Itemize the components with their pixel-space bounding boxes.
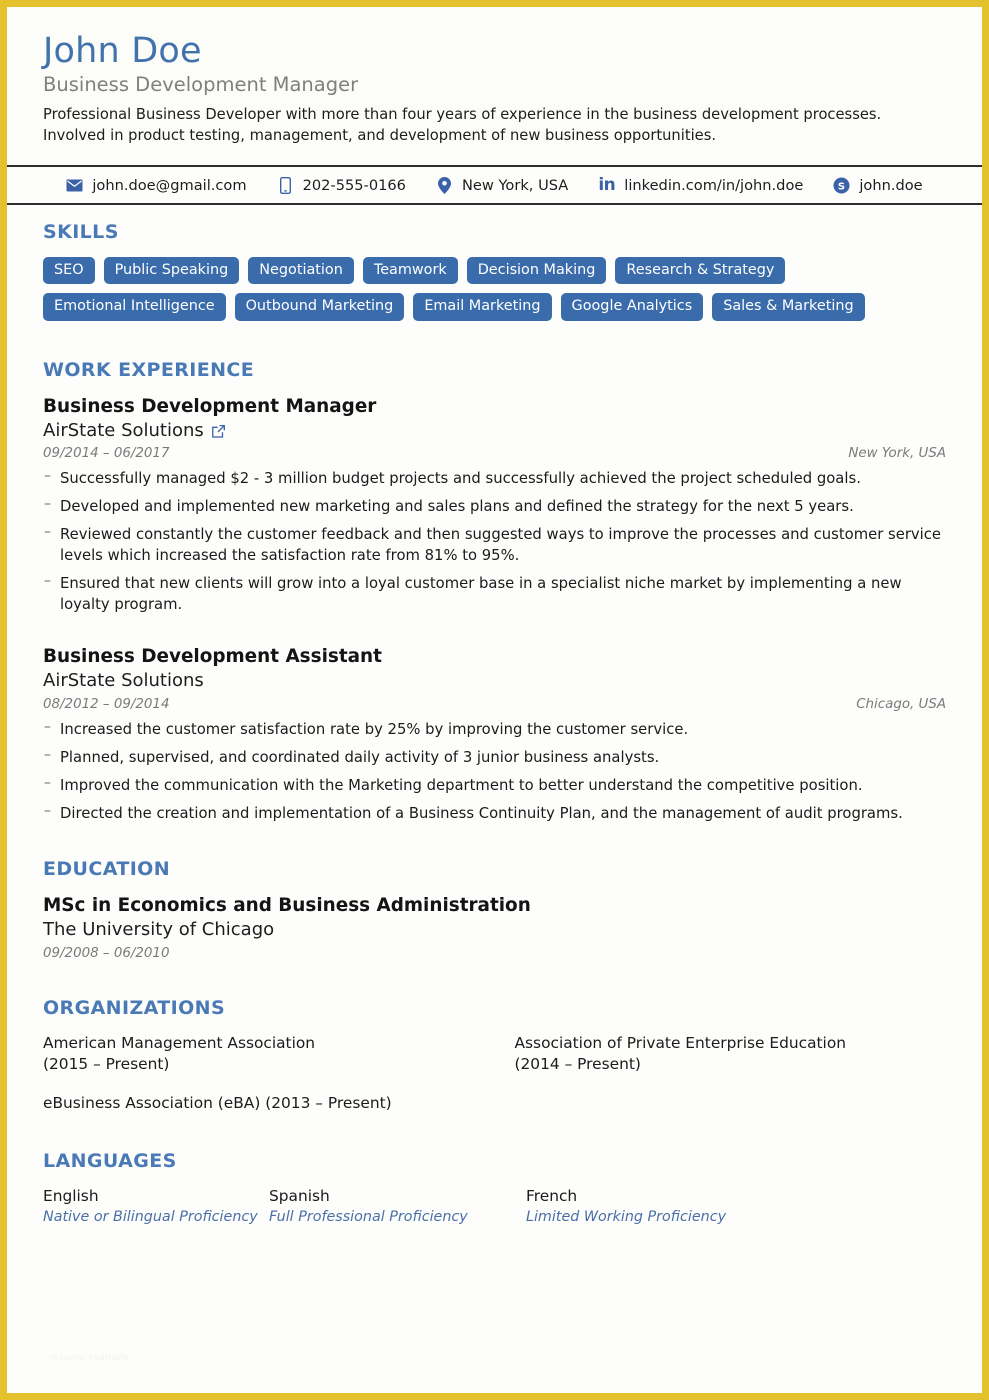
contact-phone-label: 202-555-0166	[302, 176, 406, 194]
contact-linkedin-label: linkedin.com/in/john.doe	[624, 176, 804, 194]
job-company-row: AirState Solutions	[43, 419, 946, 442]
language-item: French Limited Working Proficiency	[526, 1186, 946, 1226]
envelope-icon	[66, 177, 83, 194]
language-name: English	[43, 1187, 99, 1206]
location-pin-icon	[436, 176, 453, 194]
skill-tag[interactable]: Decision Making	[466, 256, 607, 285]
work-section-title: WORK EXPERIENCE	[43, 359, 255, 382]
professional-summary: Professional Business Developer with mor…	[43, 106, 882, 145]
job-meta: 09/2014 – 06/2017 New York, USA	[43, 446, 946, 461]
resume-page: John Doe Business Development Manager Pr…	[0, 0, 989, 1400]
language-item: English Native or Bilingual Proficiency	[43, 1186, 269, 1226]
languages-grid: English Native or Bilingual Proficiency …	[43, 1186, 946, 1226]
languages-section-title: LANGUAGES	[43, 1150, 177, 1173]
job-dates: 09/2014 – 06/2017	[43, 446, 170, 462]
job-bullet: Developed and implemented new marketing …	[43, 495, 946, 517]
skills-row-2: Emotional Intelligence Outbound Marketin…	[43, 293, 946, 322]
education-section-title: EDUCATION	[43, 857, 171, 880]
education-school: The University of Chicago	[43, 919, 275, 941]
organization-item: eBusiness Association (eBA) (2013 – Pres…	[43, 1094, 392, 1113]
phone-icon	[277, 176, 294, 194]
organization-item-empty	[515, 1093, 947, 1114]
job-company-name: AirState Solutions	[43, 420, 204, 442]
candidate-job-title: Business Development Manager	[43, 72, 359, 96]
section-work-experience: WORK EXPERIENCE Business Development Man…	[43, 359, 946, 824]
education-dates: 09/2008 – 06/2010	[43, 945, 170, 961]
job-location: New York, USA	[848, 446, 946, 462]
contact-phone[interactable]: 202-555-0166	[277, 177, 406, 194]
organization-item: Association of Private Enterprise Educat…	[514, 1033, 847, 1073]
contact-location-label: New York, USA	[461, 176, 569, 194]
job-meta: 08/2012 – 09/2014 Chicago, USA	[43, 697, 946, 712]
language-name: Spanish	[269, 1187, 330, 1206]
skill-tag[interactable]: Emotional Intelligence	[43, 293, 226, 322]
skill-tag[interactable]: Google Analytics	[560, 293, 704, 322]
job-bullet: Ensured that new clients will grow into …	[43, 572, 946, 615]
contact-linkedin[interactable]: in linkedin.com/in/john.doe	[598, 174, 804, 195]
page-watermark: resume-example	[49, 1353, 129, 1363]
organizations-section-title: ORGANIZATIONS	[43, 996, 226, 1019]
job-role: Business Development Manager	[43, 396, 377, 418]
skill-tag[interactable]: Outbound Marketing	[234, 293, 405, 322]
language-item: Spanish Full Professional Proficiency	[269, 1186, 526, 1226]
svg-text:S: S	[838, 181, 845, 192]
contact-email-label: john.doe@gmail.com	[92, 176, 247, 194]
language-level: Native or Bilingual Proficiency	[43, 1209, 258, 1226]
language-level: Limited Working Proficiency	[526, 1209, 727, 1226]
linkedin-icon: in	[598, 174, 616, 195]
candidate-name: John Doe	[43, 31, 202, 71]
section-organizations: ORGANIZATIONS American Management Associ…	[43, 997, 946, 1115]
job-bullet: Successfully managed $2 - 3 million budg…	[43, 467, 946, 489]
job-location: Chicago, USA	[856, 696, 946, 712]
job-dates: 08/2012 – 09/2014	[43, 696, 170, 712]
job-bullet: Planned, supervised, and coordinated dai…	[43, 746, 946, 768]
skype-icon: S	[833, 177, 850, 194]
organizations-grid: American Management Association (2015 – P…	[43, 1033, 946, 1115]
job-company-row: AirState Solutions	[43, 669, 946, 692]
skill-tag[interactable]: Research & Strategy	[615, 256, 786, 285]
contact-skype[interactable]: S john.doe	[833, 176, 923, 194]
job-bullets: Increased the customer satisfaction rate…	[43, 718, 946, 824]
job-bullet: Improved the communication with the Mark…	[43, 774, 946, 796]
contact-bar: john.doe@gmail.com 202-555-0166 New York…	[7, 166, 982, 203]
language-name: French	[526, 1187, 578, 1206]
education-degree: MSc in Economics and Business Administra…	[43, 894, 531, 916]
contact-email[interactable]: john.doe@gmail.com	[66, 176, 247, 194]
skill-tag[interactable]: Email Marketing	[413, 293, 552, 322]
contact-location: New York, USA	[436, 176, 569, 194]
section-education: EDUCATION MSc in Economics and Business …	[43, 858, 946, 961]
job-bullet: Reviewed constantly the customer feedbac…	[43, 523, 946, 566]
job-bullets: Successfully managed $2 - 3 million budg…	[43, 467, 946, 615]
job-entry: Business Development Assistant AirState …	[43, 645, 946, 823]
skills-section-title: SKILLS	[43, 220, 119, 243]
contact-skype-label: john.doe	[859, 176, 923, 194]
skill-tag[interactable]: SEO	[43, 256, 95, 285]
resume-header: John Doe Business Development Manager Pr…	[7, 7, 982, 165]
job-company-name: AirState Solutions	[43, 670, 204, 692]
job-bullet: Increased the customer satisfaction rate…	[43, 718, 946, 740]
skill-tag[interactable]: Public Speaking	[103, 256, 240, 285]
organization-item: American Management Association (2015 – P…	[43, 1033, 316, 1073]
skill-tag[interactable]: Teamwork	[362, 256, 458, 285]
education-entry: MSc in Economics and Business Administra…	[43, 894, 946, 961]
job-entry: Business Development Manager AirState So…	[43, 395, 946, 615]
skill-tag[interactable]: Negotiation	[248, 256, 354, 285]
job-role: Business Development Assistant	[43, 646, 382, 668]
section-languages: LANGUAGES English Native or Bilingual Pr…	[43, 1150, 946, 1226]
resume-content: SKILLS SEO Public Speaking Negotiation T…	[7, 205, 982, 1227]
skill-tag[interactable]: Sales & Marketing	[712, 293, 865, 322]
section-skills: SKILLS SEO Public Speaking Negotiation T…	[43, 220, 946, 322]
language-level: Full Professional Proficiency	[269, 1209, 468, 1226]
external-link-icon[interactable]	[211, 424, 226, 439]
job-bullet: Directed the creation and implementation…	[43, 802, 946, 824]
skills-row-1: SEO Public Speaking Negotiation Teamwork…	[43, 256, 946, 285]
